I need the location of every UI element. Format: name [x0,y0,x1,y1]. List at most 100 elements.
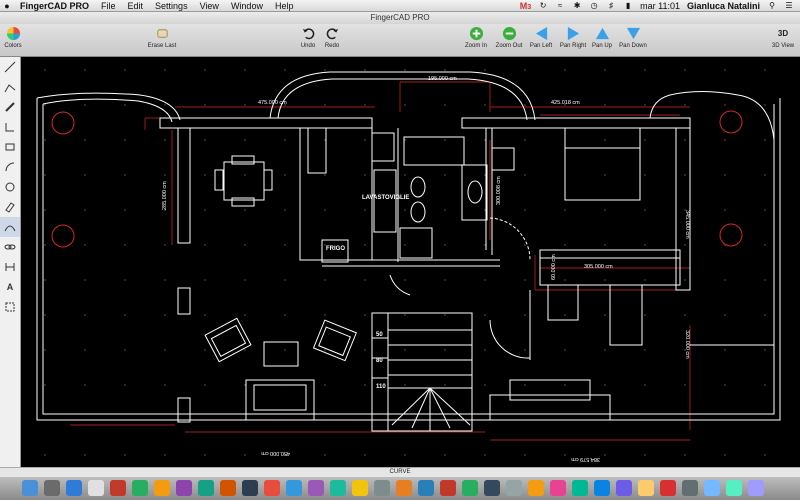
circle-tool[interactable] [0,177,20,197]
label-fridge[interactable]: FRIGO [326,246,345,252]
dim-320[interactable]: 320.000 cm [684,330,690,359]
angle-tool[interactable] [0,117,20,137]
grid-dot [44,69,46,71]
stair-label-50[interactable]: 50 [376,332,383,338]
menu-edit[interactable]: Edit [122,1,150,11]
undo-button[interactable]: Undo [298,26,318,49]
dock-app-icon[interactable] [440,480,456,496]
dock-app-icon[interactable] [176,480,192,496]
dock-app-icon[interactable] [198,480,214,496]
dock-app-icon[interactable] [264,480,280,496]
dim-60[interactable]: 60.000 cm [551,254,557,280]
pen-tool[interactable] [0,97,20,117]
grid-dot [764,174,766,176]
grid-dot [764,314,766,316]
dock-app-icon[interactable] [748,480,764,496]
floor-plan[interactable]: 475.000 cm 195.000 cm 425.018 cm 285.000… [21,57,800,467]
dock-app-icon[interactable] [220,480,236,496]
dim-475[interactable]: 475.000 cm [258,100,287,106]
dimension-tool[interactable] [0,257,20,277]
dock-app-icon[interactable] [506,480,522,496]
wifi-icon[interactable]: ≈ [555,1,565,10]
line-tool[interactable] [0,57,20,77]
polyline-tool[interactable] [0,77,20,97]
grid-dot [404,314,406,316]
arc-tool[interactable] [0,157,20,177]
dim-384[interactable]: 384.579 cm [571,456,600,462]
grid-dot [764,244,766,246]
dim-425[interactable]: 425.018 cm [551,100,580,106]
3d-view-button[interactable]: 3D 3D View [770,26,796,49]
dock-app-icon[interactable] [462,480,478,496]
zoom-out-button[interactable]: Zoom Out [494,26,524,49]
curve-tool[interactable] [0,217,20,237]
select-tool[interactable] [0,297,20,317]
drawing-canvas[interactable]: 475.000 cm 195.000 cm 425.018 cm 285.000… [21,57,800,467]
menu-window[interactable]: Window [225,1,269,11]
dock-app-icon[interactable] [330,480,346,496]
dim-285[interactable]: 285.000 cm [162,181,168,210]
dock-app-icon[interactable] [66,480,82,496]
label-dishwasher[interactable]: LAVASTOVIGLIE [362,195,409,201]
dock-app-icon[interactable] [418,480,434,496]
dock-app-icon[interactable] [594,480,610,496]
dock-app-icon[interactable] [528,480,544,496]
dock-app-icon[interactable] [484,480,500,496]
erase-last-button[interactable]: Erase Last [144,26,180,49]
pan-up-button[interactable]: Pan Up [591,26,613,49]
pan-down-button[interactable]: Pan Down [618,26,648,49]
menu-view[interactable]: View [194,1,225,11]
dim-450[interactable]: 450.000 cm [261,450,290,456]
dock-app-icon[interactable] [660,480,676,496]
dock-app-icon[interactable] [308,480,324,496]
dock-app-icon[interactable] [726,480,742,496]
dock-app-icon[interactable] [682,480,698,496]
dock-app-icon[interactable] [44,480,60,496]
link-tool[interactable] [0,237,20,257]
notification-icon[interactable]: ☰ [784,1,794,10]
text-tool[interactable]: A [0,277,20,297]
dock-app-icon[interactable] [396,480,412,496]
dock-app-icon[interactable] [88,480,104,496]
dim-305[interactable]: 305.000 cm [584,264,613,270]
battery-icon[interactable]: ▮ [623,1,633,10]
colors-button[interactable]: Colors [3,26,23,49]
gmail-icon[interactable]: M3 [520,1,531,11]
volume-icon[interactable]: ♯ [606,1,616,10]
time-machine-icon[interactable]: ◷ [589,1,599,10]
dock-app-icon[interactable] [22,480,38,496]
eraser-tool[interactable] [0,197,20,217]
dock-app-icon[interactable] [572,480,588,496]
menu-settings[interactable]: Settings [149,1,194,11]
dock-app-icon[interactable] [374,480,390,496]
dock-app-icon[interactable] [132,480,148,496]
dock-app-icon[interactable] [550,480,566,496]
dim-345[interactable]: 345.000 cm [684,210,690,239]
dim-195[interactable]: 195.000 cm [428,76,457,82]
apple-menu-icon[interactable]: ● [0,1,14,11]
rectangle-tool[interactable] [0,137,20,157]
pan-left-button[interactable]: Pan Left [528,26,554,49]
clock[interactable]: mar 11:01 [640,1,680,11]
spotlight-icon[interactable]: ⚲ [767,1,777,10]
dock-app-icon[interactable] [704,480,720,496]
bluetooth-icon[interactable]: ✱ [572,1,582,10]
pan-right-button[interactable]: Pan Right [558,26,588,49]
dock-app-icon[interactable] [154,480,170,496]
zoom-in-button[interactable]: Zoom In [463,26,489,49]
menu-file[interactable]: File [95,1,122,11]
user-name[interactable]: Gianluca Natalini [687,1,760,11]
dock-app-icon[interactable] [616,480,632,496]
menu-help[interactable]: Help [269,1,300,11]
app-menu[interactable]: FingerCAD PRO [14,1,95,11]
redo-button[interactable]: Redo [322,26,342,49]
dock-app-icon[interactable] [352,480,368,496]
stair-label-110[interactable]: 110 [376,384,386,390]
stair-label-80[interactable]: 80 [376,358,383,364]
dock-app-icon[interactable] [638,480,654,496]
sync-icon[interactable]: ↻ [538,1,548,10]
dock-app-icon[interactable] [110,480,126,496]
dim-300[interactable]: 300.008 cm [496,176,502,205]
dock-app-icon[interactable] [286,480,302,496]
dock-app-icon[interactable] [242,480,258,496]
